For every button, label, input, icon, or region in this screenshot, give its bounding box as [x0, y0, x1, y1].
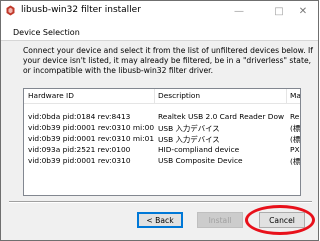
cancel-highlight-ring: [245, 205, 315, 235]
title-bar: libusb-win32 filter installer — □ ✕: [1, 1, 318, 21]
description-cell: USB Composite Device: [158, 156, 243, 165]
install-button[interactable]: Install: [197, 212, 243, 228]
libusb-app-icon: [6, 5, 15, 16]
back-button[interactable]: < Back: [137, 212, 183, 228]
column-divider[interactable]: [154, 89, 155, 103]
installer-window: libusb-win32 filter installer — □ ✕ Devi…: [0, 0, 319, 241]
table-row[interactable]: vid:093a pid:2521 rev:0100 HID-compliand…: [24, 144, 300, 155]
description-cell: Realtek USB 2.0 Card Reader Dow...: [158, 112, 284, 121]
device-list-header: Hardware ID Description Ma: [24, 89, 300, 104]
device-list[interactable]: Hardware ID Description Ma vid:0bda pid:…: [23, 88, 301, 196]
hardware-id-cell: vid:0bda pid:0184 rev:8413: [28, 112, 131, 121]
window-title: libusb-win32 filter installer: [21, 5, 141, 15]
hardware-id-cell: vid:0b39 pid:0001 rev:0310 mi:00: [28, 123, 154, 132]
column-divider[interactable]: [286, 89, 287, 103]
table-row[interactable]: vid:0b39 pid:0001 rev:0310 mi:01 USB 入力デ…: [24, 133, 300, 144]
column-manufacturer[interactable]: Ma: [290, 91, 300, 100]
section-title: Device Selection: [13, 28, 80, 37]
table-row[interactable]: vid:0b39 pid:0001 rev:0310 mi:00 USB 入力デ…: [24, 122, 300, 133]
table-row[interactable]: vid:0b39 pid:0001 rev:0310 USB Composite…: [24, 155, 300, 166]
description-cell: HID-compliand device: [158, 145, 240, 154]
table-row[interactable]: vid:0bda pid:0184 rev:8413 Realtek USB 2…: [24, 111, 300, 122]
hardware-id-cell: vid:0b39 pid:0001 rev:0310 mi:01: [28, 134, 154, 143]
manufacturer-cell: Re: [290, 112, 300, 121]
manufacturer-cell: (標: [290, 157, 301, 166]
hardware-id-cell: vid:093a pid:2521 rev:0100: [28, 145, 131, 154]
manufacturer-cell: PX: [290, 145, 300, 154]
hardware-id-cell: vid:0b39 pid:0001 rev:0310: [28, 156, 131, 165]
section-description: Connect your device and select it from t…: [23, 46, 313, 75]
footer-separator: [9, 201, 312, 203]
column-description[interactable]: Description: [158, 91, 284, 100]
close-button[interactable]: ✕: [288, 1, 318, 21]
column-hardware-id[interactable]: Hardware ID: [28, 91, 154, 100]
minimize-button[interactable]: —: [219, 1, 259, 21]
